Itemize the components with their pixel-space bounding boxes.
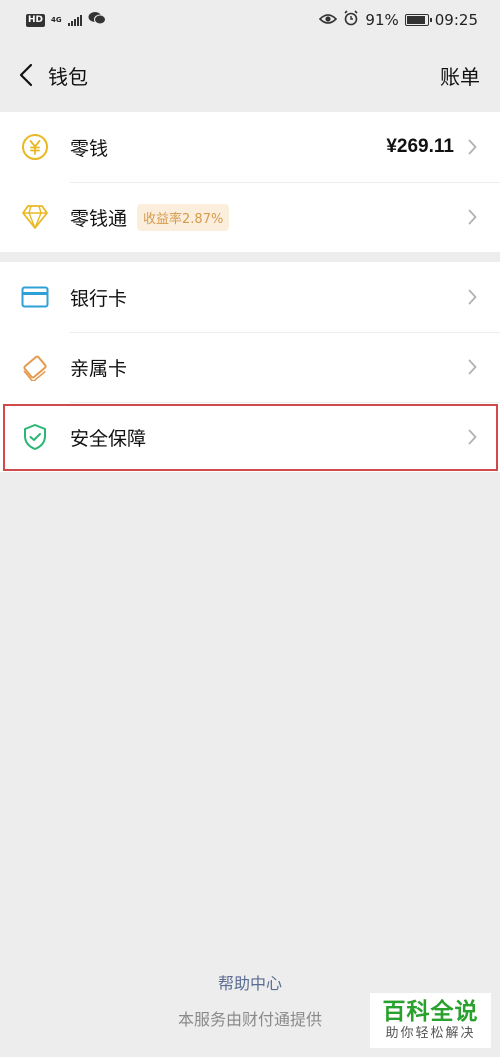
back-button[interactable] xyxy=(14,60,38,90)
status-bar: HD 4G 91% 09:25 xyxy=(0,0,500,40)
lqt-label: 零钱通 xyxy=(70,207,128,230)
battery-icon xyxy=(404,14,432,26)
family-card-icon xyxy=(20,352,50,382)
status-left: HD 4G xyxy=(26,11,106,29)
chevron-right-icon xyxy=(466,357,478,377)
chevron-right-icon xyxy=(466,207,478,227)
network-label: 4G xyxy=(51,15,62,24)
family-card-row[interactable]: 亲属卡 xyxy=(0,332,500,402)
change-label: 零钱 xyxy=(70,137,109,160)
watermark-logo: 百科全说 助你轻松解决 xyxy=(370,993,491,1048)
yield-badge: 收益率2.87% xyxy=(137,203,230,231)
watermark-subtitle: 助你轻松解决 xyxy=(385,1025,476,1041)
security-label: 安全保障 xyxy=(70,427,147,450)
bank-card-row[interactable]: 银行卡 xyxy=(0,262,500,332)
family-card-label: 亲属卡 xyxy=(70,357,128,380)
bank-card-icon xyxy=(20,282,50,312)
hd-icon: HD xyxy=(26,13,46,27)
chevron-left-icon xyxy=(19,63,33,87)
signal-icon xyxy=(67,14,82,26)
chevron-right-icon xyxy=(466,287,478,307)
chevron-right-icon xyxy=(466,427,478,447)
status-right: 91% 09:25 xyxy=(319,10,478,30)
wechat-icon xyxy=(88,11,106,29)
clock: 09:25 xyxy=(434,11,478,29)
change-balance: ¥269.11 xyxy=(386,136,454,157)
network-type: 4G xyxy=(51,15,62,24)
change-row[interactable]: 零钱 ¥269.11 xyxy=(0,112,500,182)
eye-icon xyxy=(319,11,338,29)
nav-bar: 钱包 账单 xyxy=(0,40,500,110)
help-center-link[interactable]: 帮助中心 xyxy=(0,970,500,994)
page-title: 钱包 xyxy=(48,64,88,89)
yuan-coin-icon xyxy=(20,132,50,162)
cards-group: 银行卡 亲属卡 安全保障 xyxy=(0,262,500,472)
watermark-title: 百科全说 xyxy=(382,998,479,1025)
chevron-right-icon xyxy=(466,137,478,157)
diamond-icon xyxy=(20,202,50,232)
lqt-row[interactable]: 零钱通 收益率2.87% xyxy=(0,182,500,252)
wallet-group: 零钱 ¥269.11 零钱通 收益率2.87% xyxy=(0,112,500,252)
security-row[interactable]: 安全保障 xyxy=(0,402,500,472)
alarm-icon xyxy=(343,10,359,30)
shield-icon xyxy=(20,422,50,452)
battery-percent: 91% xyxy=(365,11,399,29)
bill-button[interactable]: 账单 xyxy=(440,61,480,90)
bank-card-label: 银行卡 xyxy=(70,287,128,310)
